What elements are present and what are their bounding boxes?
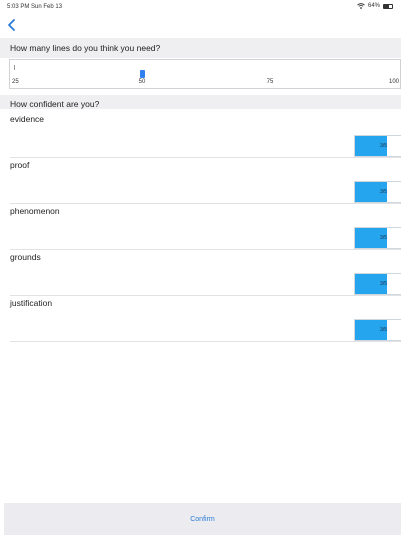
confidence-row: justification 3/5 [0, 296, 401, 342]
confirm-button[interactable]: Confirm [4, 503, 401, 535]
confidence-word: grounds [10, 252, 41, 262]
status-bar: 5:03 PM Sun Feb 13 64% [0, 0, 401, 14]
lines-slider[interactable]: 25 50 75 100 [9, 59, 401, 89]
status-indicators: 64% [357, 3, 393, 9]
confidence-rating-value: 3/5 [380, 281, 387, 287]
confidence-row: proof 3/5 [0, 158, 401, 204]
confidence-rating-value: 3/5 [380, 327, 387, 333]
footer-bar: Confirm [4, 503, 401, 535]
chevron-left-icon [8, 19, 15, 31]
wifi-icon [357, 3, 365, 9]
confidence-rating-control[interactable]: 3/5 [354, 227, 401, 249]
slider-tick-label: 100 [388, 79, 399, 85]
back-button[interactable] [5, 18, 19, 32]
confidence-rating-control[interactable]: 3/5 [354, 181, 401, 203]
status-time: 5:03 PM Sun Feb 13 [7, 4, 63, 10]
confidence-row: evidence 3/5 [0, 112, 401, 158]
slider-tick-label: 50 [138, 79, 146, 85]
battery-percent: 64% [367, 3, 380, 9]
battery-icon [383, 3, 393, 9]
confidence-word: proof [10, 160, 30, 170]
confidence-row: phenomenon 3/5 [0, 204, 401, 250]
confidence-header: How confident are you? [0, 95, 401, 109]
battery-level [384, 4, 390, 8]
confidence-word: justification [10, 298, 53, 308]
confidence-word: phenomenon [10, 206, 60, 216]
slider-tick-label: 25 [12, 79, 19, 85]
confidence-rating-control[interactable]: 3/5 [354, 319, 401, 341]
lines-question-header: How many lines do you think you need? [0, 38, 401, 58]
confidence-row: grounds 3/5 [0, 250, 401, 296]
confidence-title: How confident are you? [10, 99, 100, 109]
slider-tick [14, 65, 15, 70]
confidence-word: evidence [10, 114, 45, 124]
slider-thumb[interactable] [140, 70, 145, 78]
row-divider [10, 341, 401, 342]
lines-question-title: How many lines do you think you need? [10, 43, 161, 53]
confidence-rating-control[interactable]: 3/5 [354, 135, 401, 157]
confidence-rating-value: 3/5 [380, 143, 387, 149]
slider-tick-label: 75 [266, 79, 274, 85]
confidence-rating-control[interactable]: 3/5 [354, 273, 401, 295]
confidence-rating-value: 3/5 [380, 235, 387, 241]
nav-bar [0, 14, 401, 36]
confidence-rating-value: 3/5 [380, 189, 387, 195]
